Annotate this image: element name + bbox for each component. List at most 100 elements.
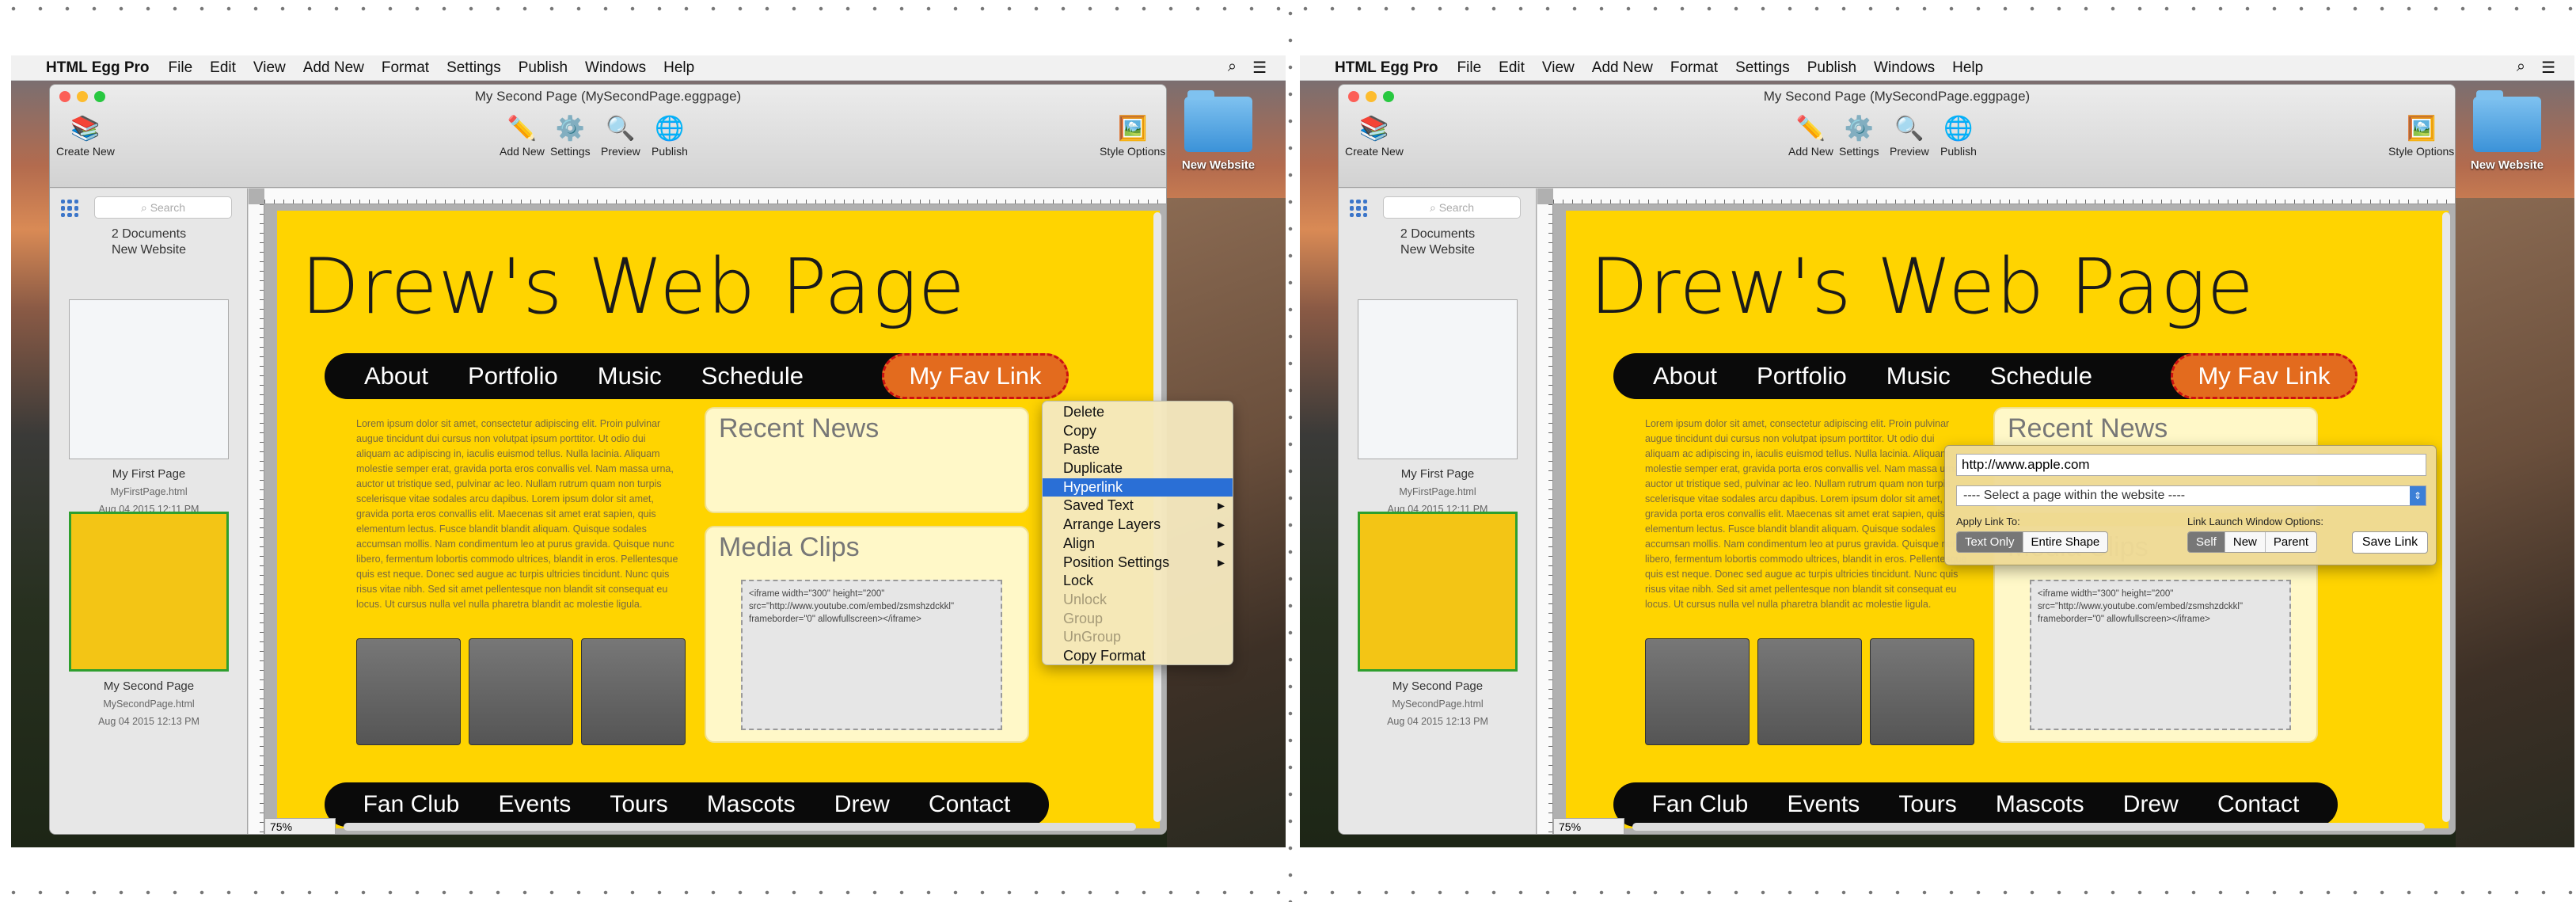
page-title[interactable]: Drew's Web Page bbox=[1566, 242, 2278, 331]
sidebar-search-input[interactable]: ⌕ Search bbox=[1383, 196, 1521, 219]
notification-center-icon[interactable]: ☰ bbox=[1252, 58, 1267, 78]
footer-drew[interactable]: Drew bbox=[834, 791, 890, 818]
footer-fan-club[interactable]: Fan Club bbox=[363, 791, 460, 818]
spotlight-search-icon[interactable]: ⌕ bbox=[2517, 58, 2525, 78]
footer-fan-club[interactable]: Fan Club bbox=[1652, 791, 1749, 818]
desktop-folder[interactable]: New Website bbox=[1175, 90, 1262, 172]
gallery-image[interactable] bbox=[1645, 638, 1750, 745]
fav-link-button[interactable]: My Fav Link bbox=[2171, 353, 2358, 399]
url-input[interactable]: http://www.apple.com bbox=[1956, 454, 2426, 476]
body-text[interactable]: Lorem ipsum dolor sit amet, consectetur … bbox=[356, 417, 681, 612]
menu-windows[interactable]: Windows bbox=[1874, 59, 1935, 77]
menu-edit[interactable]: Edit bbox=[210, 59, 236, 77]
menu-settings[interactable]: Settings bbox=[446, 59, 501, 77]
app-menu[interactable]: HTML Egg Pro bbox=[46, 59, 150, 77]
menu-add-new[interactable]: Add New bbox=[303, 59, 364, 77]
menu-publish[interactable]: Publish bbox=[519, 59, 568, 77]
apply-text-only[interactable]: Text Only bbox=[1957, 532, 2023, 552]
page-thumbnail-second[interactable] bbox=[69, 512, 229, 672]
gallery-image[interactable] bbox=[581, 638, 686, 745]
page-canvas[interactable]: Drew's Web Page About Portfolio Music Sc… bbox=[1566, 211, 2449, 828]
menu-edit[interactable]: Edit bbox=[1499, 59, 1525, 77]
media-clips-box[interactable]: Media Clips <iframe width="300" height="2… bbox=[705, 526, 1029, 743]
context-copy-format[interactable]: Copy Format bbox=[1043, 647, 1233, 666]
nav-music[interactable]: Music bbox=[598, 362, 662, 390]
nav-portfolio[interactable]: Portfolio bbox=[1757, 362, 1847, 390]
apply-entire-shape[interactable]: Entire Shape bbox=[2023, 532, 2108, 552]
page-thumbnail-second[interactable] bbox=[1358, 512, 1518, 672]
context-saved-text[interactable]: Saved Text bbox=[1043, 497, 1233, 516]
nav-about[interactable]: About bbox=[1653, 362, 1717, 390]
preview-button[interactable]: 🔍 Preview bbox=[1890, 112, 1929, 158]
desktop-folder[interactable]: New Website bbox=[2464, 90, 2551, 172]
settings-button[interactable]: ⚙️ Settings bbox=[1839, 112, 1879, 158]
launch-self[interactable]: Self bbox=[2188, 532, 2225, 552]
gallery-image[interactable] bbox=[469, 638, 573, 745]
nav-about[interactable]: About bbox=[364, 362, 428, 390]
page-item-second[interactable]: My Second Page MySecondPage.html Aug 04 … bbox=[50, 678, 248, 730]
page-item-second[interactable]: My Second Page MySecondPage.html Aug 04 … bbox=[1339, 678, 1537, 730]
top-nav-bar[interactable]: About Portfolio Music Schedule My Fav Li… bbox=[325, 353, 1069, 399]
publish-button[interactable]: 🌐 Publish bbox=[652, 112, 688, 158]
footer-tours[interactable]: Tours bbox=[610, 791, 667, 818]
embed-code[interactable]: <iframe width="300" height="200" src="ht… bbox=[2030, 580, 2291, 730]
preview-button[interactable]: 🔍 Preview bbox=[601, 112, 640, 158]
style-options-button[interactable]: 🖼️ Style Options bbox=[1100, 112, 1165, 158]
page-item-first[interactable]: My First Page MyFirstPage.html Aug 04 20… bbox=[1339, 466, 1537, 518]
menu-help[interactable]: Help bbox=[1952, 59, 1983, 77]
launch-parent[interactable]: Parent bbox=[2265, 532, 2317, 552]
app-menu[interactable]: HTML Egg Pro bbox=[1335, 59, 1438, 77]
embed-code[interactable]: <iframe width="300" height="200" src="ht… bbox=[741, 580, 1002, 730]
zoom-select[interactable]: 75% bbox=[264, 818, 336, 834]
create-new-button[interactable]: 📚 Create New bbox=[56, 112, 115, 158]
recent-news-box[interactable]: Recent News bbox=[705, 407, 1029, 513]
footer-nav-bar[interactable]: Fan Club Events Tours Mascots Drew Conta… bbox=[1613, 782, 2338, 827]
menu-windows[interactable]: Windows bbox=[585, 59, 646, 77]
menu-view[interactable]: View bbox=[253, 59, 286, 77]
publish-button[interactable]: 🌐 Publish bbox=[1940, 112, 1977, 158]
footer-events[interactable]: Events bbox=[1787, 791, 1860, 818]
sidebar-search-input[interactable]: ⌕ Search bbox=[94, 196, 232, 219]
nav-portfolio[interactable]: Portfolio bbox=[468, 362, 558, 390]
footer-drew[interactable]: Drew bbox=[2123, 791, 2179, 818]
gallery-image[interactable] bbox=[1757, 638, 1862, 745]
context-delete[interactable]: Delete bbox=[1043, 403, 1233, 422]
page-select[interactable]: ---- Select a page within the website --… bbox=[1956, 485, 2426, 506]
page-thumbnail-first[interactable] bbox=[69, 299, 229, 459]
vertical-scrollbar[interactable] bbox=[2442, 212, 2450, 822]
nav-schedule[interactable]: Schedule bbox=[1990, 362, 2092, 390]
context-copy[interactable]: Copy bbox=[1043, 422, 1233, 441]
page-item-first[interactable]: My First Page MyFirstPage.html Aug 04 20… bbox=[50, 466, 248, 518]
menu-add-new[interactable]: Add New bbox=[1592, 59, 1653, 77]
page-thumbnail-first[interactable] bbox=[1358, 299, 1518, 459]
context-paste[interactable]: Paste bbox=[1043, 440, 1233, 459]
menu-format[interactable]: Format bbox=[382, 59, 429, 77]
menu-help[interactable]: Help bbox=[663, 59, 694, 77]
menu-format[interactable]: Format bbox=[1670, 59, 1718, 77]
page-canvas[interactable]: Drew's Web Page About Portfolio Music Sc… bbox=[277, 211, 1160, 828]
footer-mascots[interactable]: Mascots bbox=[1996, 791, 2084, 818]
context-align[interactable]: Align bbox=[1043, 535, 1233, 554]
context-arrange-layers[interactable]: Arrange Layers bbox=[1043, 516, 1233, 535]
gallery-image[interactable] bbox=[1870, 638, 1974, 745]
context-hyperlink[interactable]: Hyperlink bbox=[1043, 478, 1233, 497]
footer-contact[interactable]: Contact bbox=[929, 791, 1010, 818]
save-link-button[interactable]: Save Link bbox=[2352, 531, 2428, 554]
context-lock[interactable]: Lock bbox=[1043, 572, 1233, 591]
grid-view-icon[interactable] bbox=[1350, 200, 1367, 217]
add-new-button[interactable]: ✏️ Add New bbox=[1788, 112, 1833, 158]
menu-file[interactable]: File bbox=[169, 59, 193, 77]
context-position-settings[interactable]: Position Settings bbox=[1043, 554, 1233, 573]
fav-link-button[interactable]: My Fav Link bbox=[882, 353, 1069, 399]
horizontal-scrollbar[interactable] bbox=[1632, 823, 2425, 831]
page-title[interactable]: Drew's Web Page bbox=[277, 242, 990, 331]
menu-settings[interactable]: Settings bbox=[1735, 59, 1790, 77]
create-new-button[interactable]: 📚 Create New bbox=[1345, 112, 1404, 158]
zoom-select[interactable]: 75% bbox=[1553, 818, 1624, 834]
style-options-button[interactable]: 🖼️ Style Options bbox=[2388, 112, 2454, 158]
menu-view[interactable]: View bbox=[1542, 59, 1575, 77]
footer-tours[interactable]: Tours bbox=[1898, 791, 1956, 818]
gallery-image[interactable] bbox=[356, 638, 461, 745]
body-text[interactable]: Lorem ipsum dolor sit amet, consectetur … bbox=[1645, 417, 1970, 612]
spotlight-search-icon[interactable]: ⌕ bbox=[1228, 58, 1237, 78]
